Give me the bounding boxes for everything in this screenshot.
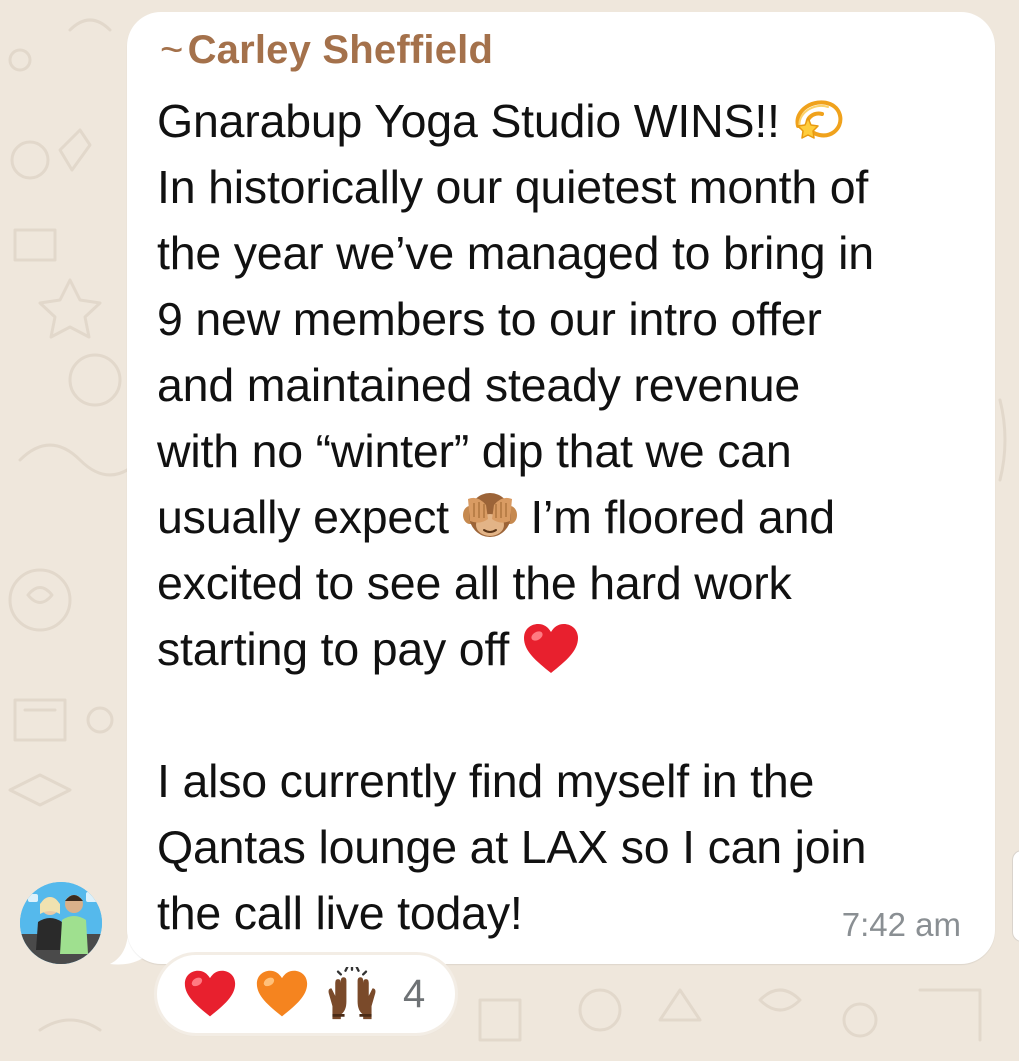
reaction-count: 4: [403, 972, 426, 1016]
sender-name-text: Carley Sheffield: [187, 28, 494, 72]
orange-heart-reaction-icon: [256, 970, 308, 1017]
message-line: excited to see all the hard work: [157, 557, 792, 609]
reactions-pill[interactable]: 4: [157, 955, 455, 1033]
adjacent-bubble-edge: [1012, 850, 1019, 942]
message-line: the year we’ve managed to bring in: [157, 227, 874, 279]
red-heart-icon: [523, 623, 578, 673]
sender-prefix: ~: [160, 28, 184, 72]
message-timestamp: 7:42 am: [841, 906, 961, 943]
dizzy-emoji-icon: [796, 100, 843, 139]
message-line: 9 new members to our intro offer: [157, 293, 822, 345]
sender-name[interactable]: ~ Carley Sheffield: [160, 28, 493, 73]
message-line: Qantas lounge at LAX so I can join: [157, 821, 867, 873]
see-no-evil-monkey-icon: [462, 492, 517, 537]
message-bubble[interactable]: ~ Carley Sheffield Gnarabup Yoga Studio W…: [127, 12, 995, 964]
message-line: starting to pay off: [157, 616, 977, 682]
message-line: and maintained steady revenue: [157, 359, 801, 411]
message-text: Gnarabup Yoga Studio WINS!! In historica…: [157, 88, 977, 946]
raising-hands-reaction-icon: [328, 967, 376, 1020]
message-line: Gnarabup Yoga Studio WINS!!: [157, 88, 977, 154]
red-heart-reaction-icon: [184, 970, 236, 1017]
avatar-photo-icon: [20, 882, 102, 964]
message-line-blank: [157, 682, 977, 748]
message-line: In historically our quietest month of: [157, 161, 869, 213]
message-line: usually expect I’m floored and: [157, 491, 835, 543]
avatar[interactable]: [20, 882, 102, 964]
message-line: with no “winter” dip that we can: [157, 425, 792, 477]
message-line: I also currently find myself in the: [157, 755, 815, 807]
